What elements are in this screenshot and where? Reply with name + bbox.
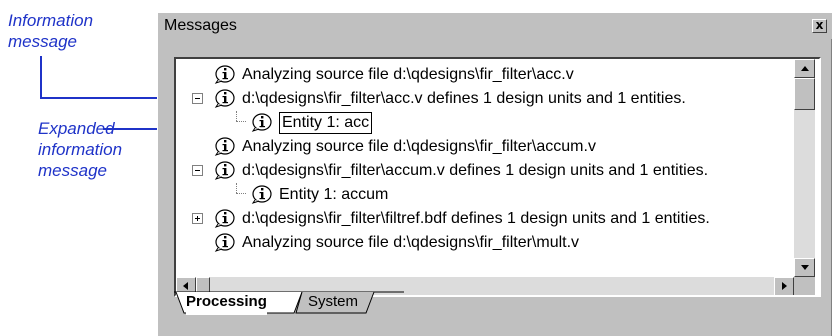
expand-icon[interactable] xyxy=(192,213,203,224)
message-text: Entity 1: accum xyxy=(279,186,389,203)
tree-connector xyxy=(236,183,237,193)
message-text: Analyzing source file d:\qdesigns\fir_fi… xyxy=(242,138,596,155)
collapse-icon[interactable] xyxy=(192,93,203,104)
message-text: Analyzing source file d:\qdesigns\fir_fi… xyxy=(242,66,574,83)
message-text: d:\qdesigns\fir_filter\accum.v defines 1… xyxy=(242,162,709,179)
callout-leader-vertical xyxy=(40,56,42,98)
messages-window: Messages x Analyzing source file d:\qdes… xyxy=(157,12,832,336)
message-text: d:\qdesigns\fir_filter\acc.v defines 1 d… xyxy=(242,90,686,107)
collapse-icon[interactable] xyxy=(192,165,203,176)
vertical-scroll-thumb[interactable] xyxy=(794,78,815,110)
message-text: Entity 1: acc xyxy=(279,112,373,134)
scrollbar-corner xyxy=(794,277,815,295)
scroll-up-button[interactable] xyxy=(794,59,815,78)
info-icon xyxy=(214,160,236,180)
message-rows: Analyzing source file d:\qdesigns\fir_fi… xyxy=(176,59,794,277)
message-row[interactable]: Analyzing source file d:\qdesigns\fir_fi… xyxy=(176,231,794,255)
tab-system-label: System xyxy=(308,293,359,310)
annotation-line-2: message xyxy=(8,32,77,51)
window-title: Messages xyxy=(164,17,237,34)
arrow-right-icon xyxy=(782,282,787,290)
info-icon xyxy=(214,136,236,156)
vertical-scrollbar[interactable] xyxy=(794,59,815,277)
annotation-line-3: message xyxy=(38,161,107,180)
message-row[interactable]: Entity 1: accum xyxy=(176,183,794,207)
annotation-information-message: Information message xyxy=(8,10,93,52)
message-row[interactable]: d:\qdesigns\fir_filter\acc.v defines 1 d… xyxy=(176,87,794,111)
tree-connector xyxy=(236,111,237,121)
message-text: d:\qdesigns\fir_filter\filtref.bdf defin… xyxy=(242,210,710,227)
message-row[interactable]: d:\qdesigns\fir_filter\accum.v defines 1… xyxy=(176,159,794,183)
title-bar: Messages x xyxy=(158,13,832,39)
tab-processing-label: Processing xyxy=(186,293,267,310)
message-row[interactable]: Entity 1: acc xyxy=(176,111,794,135)
tab-system[interactable]: System xyxy=(308,293,358,315)
info-icon xyxy=(251,184,273,204)
messages-list[interactable]: Analyzing source file d:\qdesigns\fir_fi… xyxy=(174,57,821,297)
message-row[interactable]: Analyzing source file d:\qdesigns\fir_fi… xyxy=(176,135,794,159)
tab-processing[interactable]: Processing xyxy=(186,293,267,315)
info-icon xyxy=(214,208,236,228)
message-row[interactable]: Analyzing source file d:\qdesigns\fir_fi… xyxy=(176,63,794,87)
arrow-up-icon xyxy=(801,66,809,71)
annotation-line-2: information xyxy=(38,140,123,159)
scroll-down-button[interactable] xyxy=(794,258,815,277)
close-icon: x xyxy=(815,18,824,32)
tree-connector xyxy=(236,193,246,194)
scroll-right-button[interactable] xyxy=(774,277,794,295)
close-button[interactable]: x xyxy=(812,19,827,33)
info-icon xyxy=(214,232,236,252)
annotation-line-1: Information xyxy=(8,11,94,30)
arrow-left-icon xyxy=(183,282,188,290)
arrow-down-icon xyxy=(801,265,809,270)
tree-connector xyxy=(236,121,246,122)
info-icon xyxy=(251,112,273,132)
info-icon xyxy=(214,88,236,108)
message-text: Analyzing source file d:\qdesigns\fir_fi… xyxy=(242,234,580,251)
message-row[interactable]: d:\qdesigns\fir_filter\filtref.bdf defin… xyxy=(176,207,794,231)
info-icon xyxy=(214,64,236,84)
